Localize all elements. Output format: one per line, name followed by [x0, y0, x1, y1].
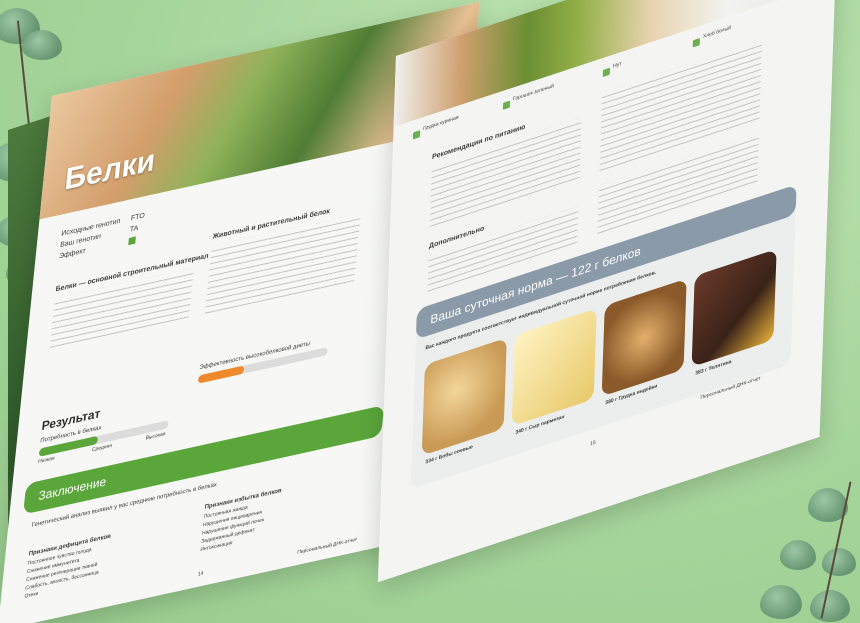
scene-background: Белки Исходные генотип FTO Ваш генотип T…	[0, 0, 860, 623]
top-label: Нут	[612, 60, 622, 70]
deficit-item: Отеки	[24, 590, 39, 600]
page-footer: Персональный ДНК-отчет	[296, 536, 358, 556]
meta-block: Исходные генотип FTO Ваш генотип TA Эффе…	[59, 212, 145, 262]
right-page: Грудка куриная Горошек зеленый Нут Хлеб …	[377, 0, 838, 583]
scale-low: Низкая	[37, 455, 55, 466]
magazine-spread: Белки Исходные генотип FTO Ваш генотип T…	[0, 0, 860, 623]
scale-mid: Средняя	[91, 442, 113, 454]
effect-badge	[128, 236, 136, 246]
label-dot	[502, 100, 511, 110]
page-number: 14	[197, 570, 204, 578]
body-text-block	[49, 267, 194, 352]
meta-value: TA	[129, 224, 139, 234]
top-label: Грудка куриная	[423, 114, 459, 133]
top-label: Горошек зеленый	[512, 83, 554, 103]
meta-value: FTO	[130, 212, 146, 223]
label-dot	[412, 130, 421, 140]
label-dot	[602, 67, 611, 78]
label-dot	[692, 38, 700, 48]
conclusion-title: Заключение	[37, 474, 107, 504]
scale-high: Высокая	[145, 430, 166, 442]
page-number: 15	[589, 439, 596, 448]
body-text-block	[204, 213, 361, 318]
top-label: Хлеб белый	[702, 24, 732, 41]
